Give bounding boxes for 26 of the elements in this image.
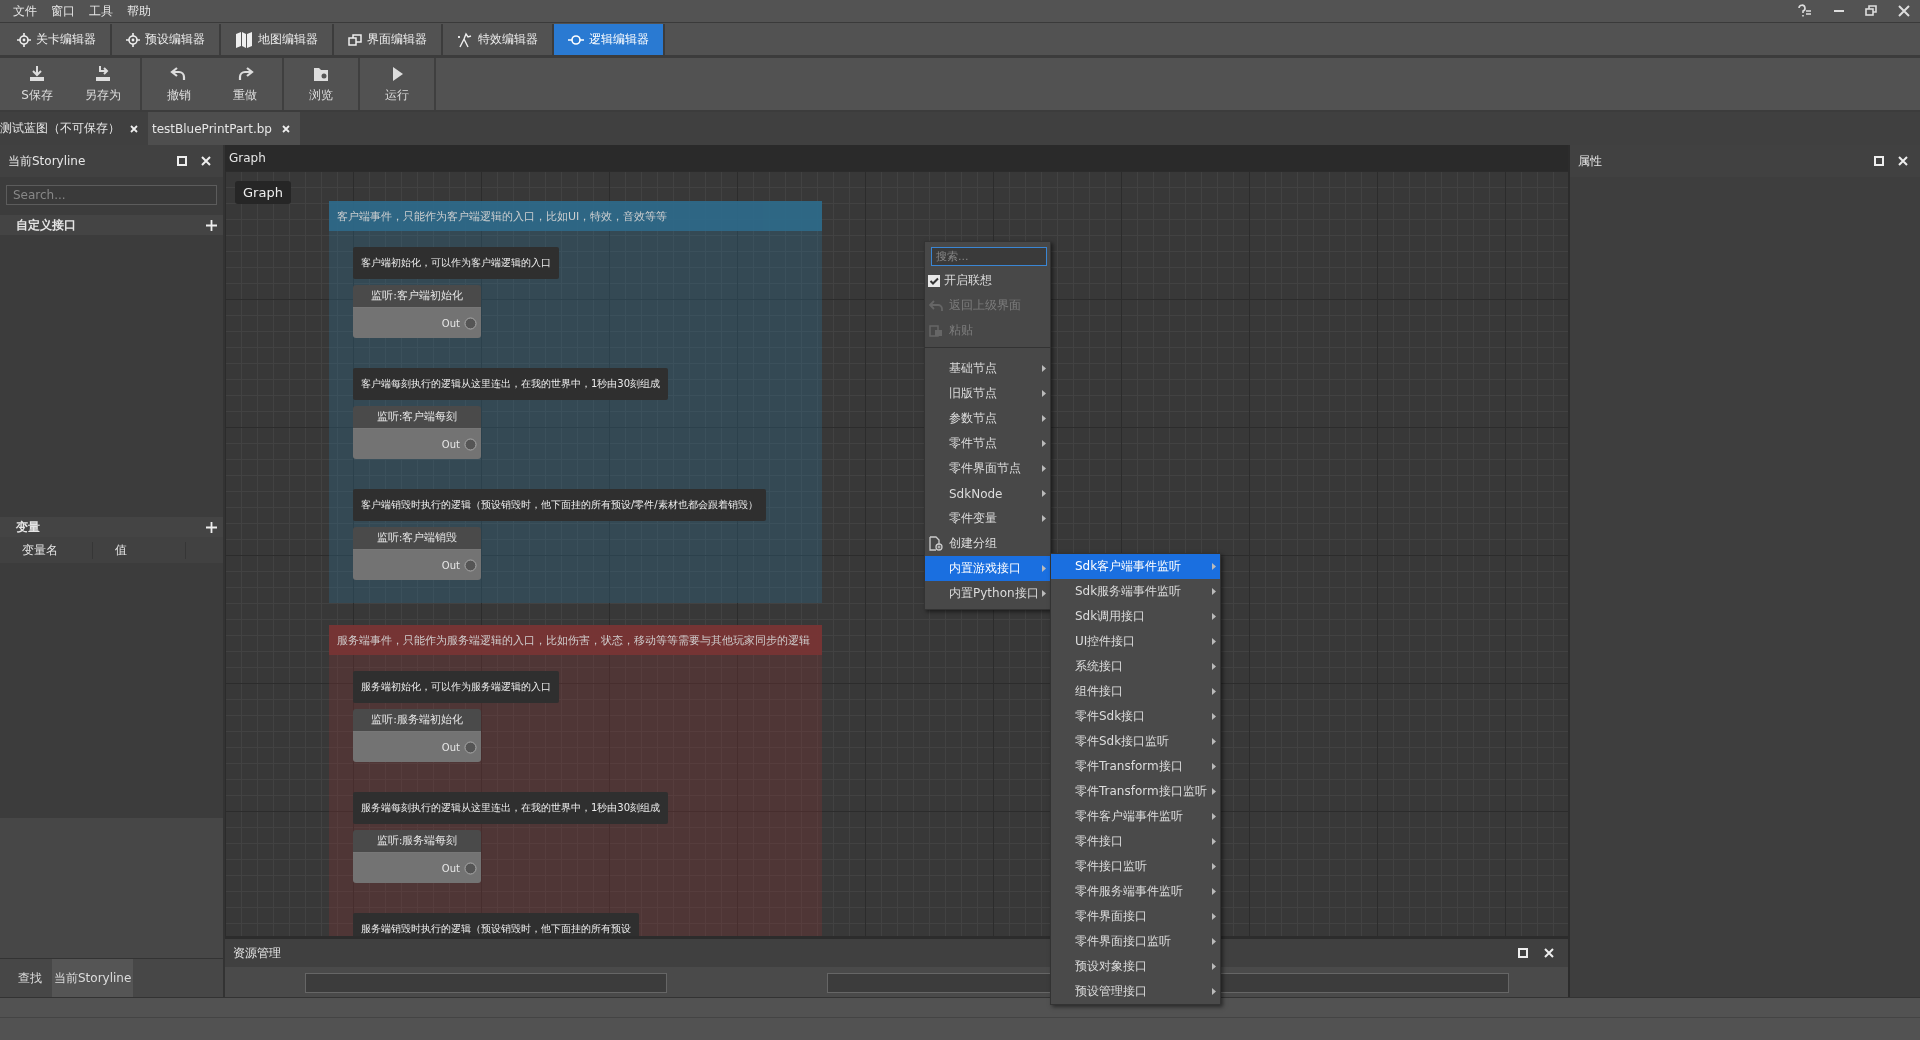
section-title: 自定义接口 — [16, 216, 76, 234]
node-title: 监听:客户端初始化 — [353, 285, 481, 308]
node-title: 监听:客户端每刻 — [353, 406, 481, 429]
pin-label: Out — [441, 438, 460, 450]
pin-label: Out — [441, 559, 460, 571]
pin-label: Out — [441, 741, 460, 753]
node-comment: 服务端每刻执行的逻辑从这里连出，在我的世界中，1秒由30刻组成 — [353, 792, 669, 824]
panel-title: 资源管理 — [233, 944, 281, 962]
panel-title: Graph — [229, 151, 266, 165]
node-comment: 服务端初始化，可以作为服务端逻辑的入口 — [353, 671, 559, 703]
node-comment: 客户端每刻执行的逻辑从这里连出，在我的世界中，1秒由30刻组成 — [353, 368, 669, 400]
node-comment: 服务端销毁时执行的逻辑（预设销毁时，他下面挂的所有预设 — [353, 913, 639, 936]
panel-title: 当前Storyline — [8, 152, 86, 170]
node-comment: 客户端销毁时执行的逻辑（预设销毁时，他下面挂的所有预设/零件/素材也都会跟着销毁） — [353, 489, 766, 521]
group-title: 客户端事件，只能作为客户端逻辑的入口，比如UI，特效，音效等等 — [329, 201, 822, 231]
pin-label: Out — [441, 862, 460, 874]
node-title: 监听:服务端每刻 — [353, 830, 481, 853]
column-header: 值 — [93, 541, 186, 559]
node-title: 监听:服务端初始化 — [353, 709, 481, 732]
panel-title: 属性 — [1578, 152, 1602, 170]
column-header: 变量名 — [0, 541, 93, 559]
node-title: 监听:客户端销毁 — [353, 527, 481, 550]
section-title: 变量 — [16, 518, 40, 536]
group-title: 服务端事件，只能作为服务端逻辑的入口，比如伤害，状态，移动等等需要与其他玩家同步的逻辑 — [329, 625, 822, 655]
node-comment: 客户端初始化，可以作为客户端逻辑的入口 — [353, 247, 559, 279]
pin-label: Out — [441, 317, 460, 329]
